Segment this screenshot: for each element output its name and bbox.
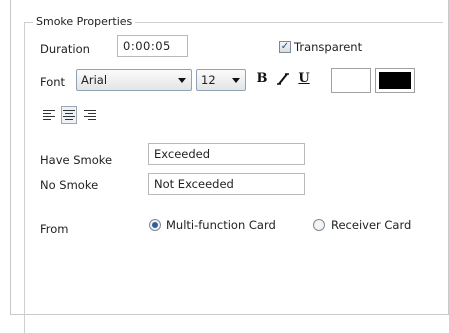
foreground-color-swatch bbox=[379, 72, 411, 89]
background-color-button[interactable] bbox=[331, 68, 371, 93]
font-family-value: Arial bbox=[81, 73, 108, 87]
group-title: Smoke Properties bbox=[33, 15, 136, 28]
align-right-button[interactable] bbox=[82, 106, 98, 124]
receiver-card-radio[interactable] bbox=[313, 219, 325, 231]
no-smoke-input[interactable]: Not Exceeded bbox=[148, 173, 305, 195]
duration-label: Duration bbox=[40, 42, 90, 56]
radio-selected-dot bbox=[152, 222, 158, 228]
bold-button[interactable]: B bbox=[253, 68, 271, 90]
underline-icon: U bbox=[298, 71, 310, 86]
font-label: Font bbox=[40, 75, 66, 89]
no-smoke-label: No Smoke bbox=[40, 178, 99, 192]
font-size-select[interactable]: 12 bbox=[196, 69, 246, 91]
duration-input[interactable]: 0:00:05 bbox=[117, 35, 188, 57]
have-smoke-input[interactable]: Exceeded bbox=[148, 143, 305, 165]
bold-icon: B bbox=[256, 71, 268, 86]
receiver-card-label: Receiver Card bbox=[331, 218, 412, 232]
chevron-down-icon bbox=[178, 78, 186, 83]
italic-button[interactable] bbox=[274, 68, 292, 90]
multi-function-card-label: Multi-function Card bbox=[166, 218, 276, 232]
font-size-value: 12 bbox=[201, 73, 216, 87]
align-center-button[interactable] bbox=[61, 106, 77, 124]
underline-button[interactable]: U bbox=[295, 68, 313, 90]
transparent-checkbox[interactable]: ✓ bbox=[279, 41, 291, 53]
italic-icon bbox=[277, 73, 289, 85]
multi-function-card-radio[interactable] bbox=[149, 219, 161, 231]
align-left-button[interactable] bbox=[42, 106, 58, 124]
have-smoke-label: Have Smoke bbox=[40, 153, 113, 167]
font-family-select[interactable]: Arial bbox=[76, 69, 192, 91]
background-color-swatch bbox=[335, 72, 367, 89]
transparent-label: Transparent bbox=[294, 40, 363, 54]
from-label: From bbox=[40, 222, 69, 236]
foreground-color-button[interactable] bbox=[375, 68, 415, 93]
chevron-down-icon bbox=[232, 78, 240, 83]
